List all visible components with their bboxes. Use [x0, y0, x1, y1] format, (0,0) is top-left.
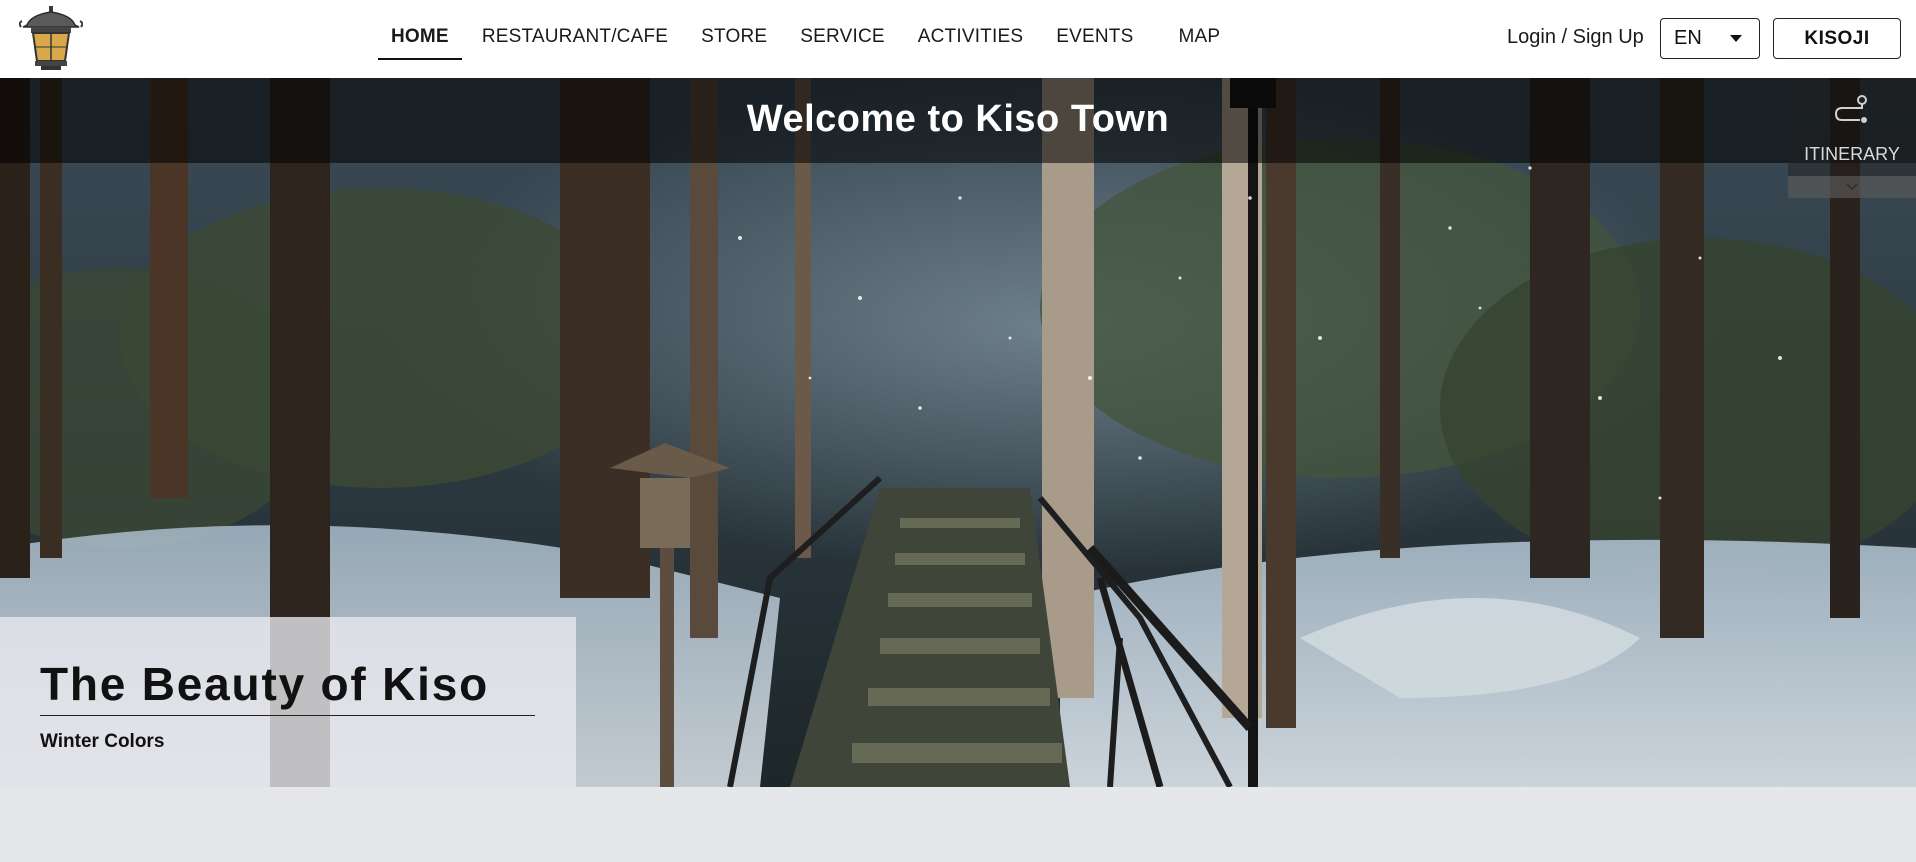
feature-title: The Beauty of Kiso	[40, 658, 490, 710]
kisoji-button[interactable]: KISOJI	[1773, 18, 1901, 59]
language-value: EN	[1674, 27, 1702, 49]
login-signup-link[interactable]: Login / Sign Up	[1507, 26, 1644, 49]
nav-store[interactable]: STORE	[688, 18, 780, 58]
itinerary-expand-toggle[interactable]	[1788, 176, 1916, 198]
route-icon	[1834, 95, 1867, 123]
lantern-logo-icon[interactable]	[19, 5, 83, 71]
caret-down-icon	[1730, 35, 1742, 42]
itinerary-label: ITINERARY	[1804, 144, 1900, 164]
language-select[interactable]: EN	[1660, 18, 1760, 59]
hero-title: Welcome to Kiso Town	[746, 98, 1170, 140]
feature-card[interactable]: The Beauty of Kiso Winter Colors	[0, 617, 576, 787]
content-area	[0, 787, 1916, 862]
feature-divider	[40, 715, 535, 716]
nav-service[interactable]: SERVICE	[787, 18, 897, 58]
nav-events[interactable]: EVENTS	[1043, 18, 1146, 58]
nav-restaurant-cafe[interactable]: RESTAURANT/CAFE	[469, 18, 681, 58]
hero-banner: Welcome to Kiso Town ITINERARY The Beaut…	[0, 78, 1916, 787]
nav-activities[interactable]: ACTIVITIES	[905, 18, 1036, 58]
chevron-down-icon	[1846, 183, 1858, 191]
feature-subtitle: Winter Colors	[40, 731, 165, 752]
main-nav: HOME RESTAURANT/CAFE STORE SERVICE ACTIV…	[378, 18, 1240, 60]
nav-home[interactable]: HOME	[378, 18, 462, 60]
site-header: HOME RESTAURANT/CAFE STORE SERVICE ACTIV…	[0, 0, 1916, 78]
itinerary-panel[interactable]: ITINERARY	[1788, 78, 1916, 198]
nav-map[interactable]: MAP	[1165, 18, 1233, 58]
